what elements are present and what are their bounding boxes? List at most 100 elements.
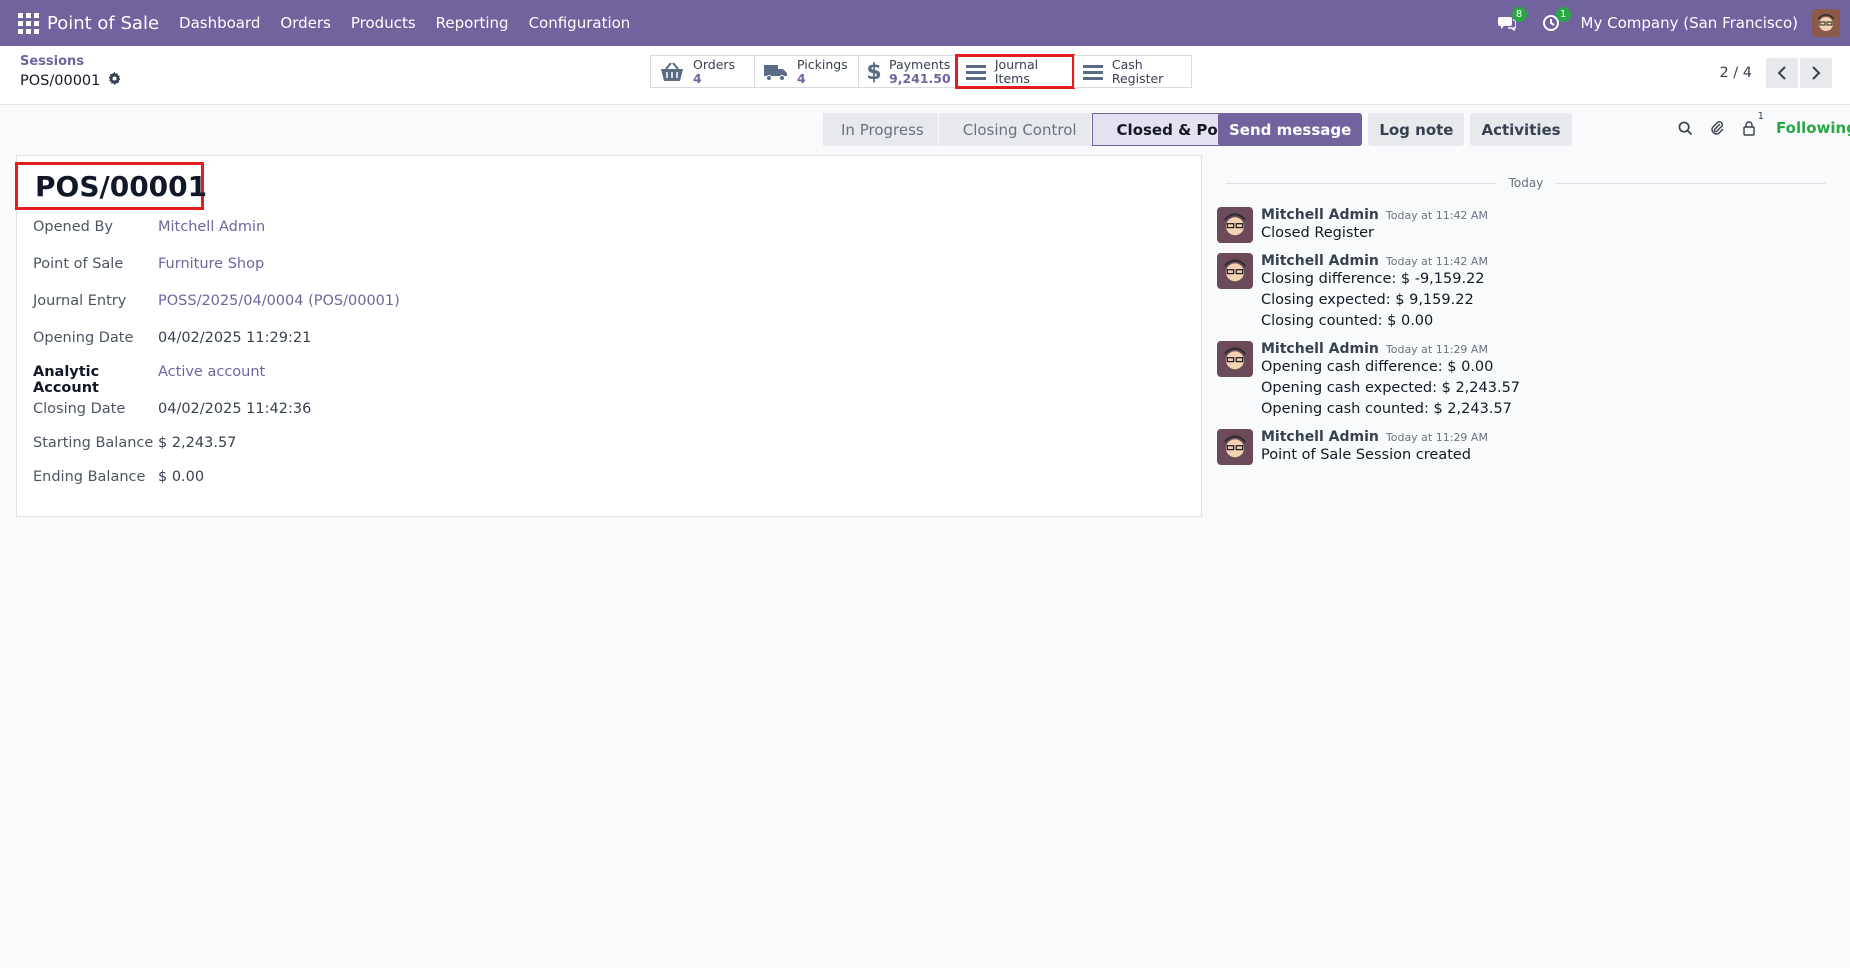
field-opened-by: Opened By Mitchell Admin bbox=[33, 219, 265, 235]
stage-in-progress[interactable]: In Progress bbox=[823, 113, 938, 146]
followers-count: 1 bbox=[1757, 111, 1764, 122]
session-statusbar: In Progress Closing Control Closed & Pos… bbox=[823, 113, 1271, 146]
menu-reporting[interactable]: Reporting bbox=[426, 14, 519, 32]
pager-value[interactable]: 2 / 4 bbox=[1719, 65, 1752, 81]
log-note-button[interactable]: Log note bbox=[1368, 113, 1465, 146]
chatter-message: Mitchell Admin Today at 11:29 AM Point of… bbox=[1217, 429, 1488, 466]
field-opening-date: Opening Date 04/02/2025 11:29:21 bbox=[33, 330, 311, 346]
message-date: Today at 11:29 AM bbox=[1385, 431, 1488, 444]
chatter-message: Mitchell Admin Today at 11:42 AM Closing … bbox=[1217, 253, 1488, 332]
apps-menu-icon[interactable] bbox=[15, 10, 41, 36]
field-label: Opened By bbox=[33, 219, 113, 235]
point-of-sale-link[interactable]: Furniture Shop bbox=[158, 256, 264, 272]
field-closing-date: Closing Date 04/02/2025 11:42:36 bbox=[33, 401, 311, 417]
orders-smart-button[interactable]: Orders 4 bbox=[650, 55, 754, 88]
field-label: Opening Date bbox=[33, 330, 134, 346]
pickings-label: Pickings bbox=[797, 56, 848, 72]
message-author[interactable]: Mitchell Admin bbox=[1261, 207, 1379, 223]
following-button[interactable]: Following bbox=[1776, 119, 1850, 137]
messages-badge: 8 bbox=[1511, 7, 1527, 22]
menu-dashboard[interactable]: Dashboard bbox=[169, 14, 270, 32]
search-icon[interactable] bbox=[1676, 119, 1694, 137]
payments-smart-button[interactable]: $ Payments 9,241.50 bbox=[858, 55, 956, 88]
field-point-of-sale: Point of Sale Furniture Shop bbox=[33, 256, 264, 272]
activities-button[interactable]: Activities bbox=[1470, 113, 1572, 146]
avatar[interactable] bbox=[1217, 253, 1253, 289]
message-line: Closing difference: $ -9,159.22 bbox=[1261, 271, 1485, 287]
breadcrumb: Sessions POS/00001 bbox=[20, 54, 121, 89]
breadcrumb-current: POS/00001 bbox=[20, 72, 101, 89]
field-journal-entry: Journal Entry POSS/2025/04/0004 (POS/000… bbox=[33, 293, 400, 309]
date-separator-label: Today bbox=[1508, 176, 1544, 190]
avatar[interactable] bbox=[1217, 429, 1253, 465]
field-label: Point of Sale bbox=[33, 256, 124, 272]
message-line: Opening cash difference: $ 0.00 bbox=[1261, 359, 1494, 375]
user-avatar[interactable] bbox=[1812, 9, 1840, 37]
journal-items-smart-button[interactable]: Journal Items bbox=[955, 54, 1075, 89]
opened-by-link[interactable]: Mitchell Admin bbox=[158, 219, 265, 235]
date-separator: Today bbox=[1226, 176, 1826, 190]
message-line: Point of Sale Session created bbox=[1261, 447, 1472, 463]
top-navbar: Point of Sale Dashboard Orders Products … bbox=[0, 0, 1850, 46]
menu-configuration[interactable]: Configuration bbox=[519, 14, 641, 32]
cash-register-label: Cash Register bbox=[1111, 56, 1164, 86]
truck-icon bbox=[763, 63, 789, 81]
message-author[interactable]: Mitchell Admin bbox=[1261, 429, 1379, 445]
message-line: Closing expected: $ 9,159.22 bbox=[1261, 292, 1474, 308]
field-label: Ending Balance bbox=[33, 469, 146, 485]
ending-balance-value: $ 0.00 bbox=[158, 469, 205, 485]
orders-count: 4 bbox=[693, 70, 702, 86]
breadcrumb-sessions-link[interactable]: Sessions bbox=[20, 54, 121, 69]
journal-entry-link[interactable]: POSS/2025/04/0004 (POS/00001) bbox=[158, 293, 400, 309]
field-label: Closing Date bbox=[33, 401, 126, 417]
pickings-smart-button[interactable]: Pickings 4 bbox=[754, 55, 858, 88]
field-label: Analytic Account bbox=[33, 364, 100, 396]
journal-items-label: Journal Items bbox=[994, 56, 1039, 86]
chatter-topbar: Send message Log note Activities bbox=[1218, 113, 1572, 146]
activities-clock-icon[interactable]: 1 bbox=[1537, 7, 1571, 37]
dollar-icon: $ bbox=[867, 61, 881, 83]
chatter-message: Mitchell Admin Today at 11:29 AM Opening … bbox=[1217, 341, 1520, 420]
session-title: POS/00001 bbox=[15, 162, 207, 210]
message-line: Opening cash expected: $ 2,243.57 bbox=[1261, 380, 1521, 396]
menu-products[interactable]: Products bbox=[341, 14, 426, 32]
list-icon bbox=[1083, 64, 1104, 80]
cash-register-smart-button[interactable]: Cash Register bbox=[1074, 55, 1192, 88]
pager-previous-button[interactable] bbox=[1766, 58, 1798, 88]
chevron-left-icon bbox=[1777, 66, 1786, 80]
followers-icon[interactable]: 1 bbox=[1740, 111, 1764, 137]
message-line: Closing counted: $ 0.00 bbox=[1261, 313, 1434, 329]
company-switcher[interactable]: My Company (San Francisco) bbox=[1581, 14, 1798, 32]
field-label: Starting Balance bbox=[33, 435, 154, 451]
opening-date-value: 04/02/2025 11:29:21 bbox=[158, 330, 312, 346]
chevron-right-icon bbox=[1812, 66, 1821, 80]
activities-badge: 1 bbox=[1555, 7, 1571, 22]
message-line: Opening cash counted: $ 2,243.57 bbox=[1261, 401, 1512, 417]
send-message-button[interactable]: Send message bbox=[1218, 113, 1363, 146]
pager-next-button[interactable] bbox=[1800, 58, 1832, 88]
field-analytic-account: Analytic Account Active account bbox=[33, 364, 265, 396]
stage-closing-control[interactable]: Closing Control bbox=[938, 113, 1091, 146]
field-ending-balance: Ending Balance $ 0.00 bbox=[33, 469, 204, 485]
gear-icon[interactable] bbox=[108, 72, 121, 89]
messages-icon[interactable]: 8 bbox=[1493, 7, 1527, 37]
control-panel: Sessions POS/00001 Orders 4 Pickings 4 $ P… bbox=[0, 46, 1850, 105]
menu-orders[interactable]: Orders bbox=[270, 14, 340, 32]
pager: 2 / 4 bbox=[1719, 58, 1832, 88]
message-date: Today at 11:42 AM bbox=[1385, 209, 1488, 222]
message-author[interactable]: Mitchell Admin bbox=[1261, 253, 1379, 269]
pickings-count: 4 bbox=[797, 70, 806, 86]
payments-amount: 9,241.50 bbox=[889, 70, 951, 86]
svg-text:$: $ bbox=[867, 61, 881, 83]
analytic-account-link[interactable]: Active account bbox=[158, 364, 265, 396]
orders-label: Orders bbox=[693, 56, 736, 72]
message-date: Today at 11:42 AM bbox=[1385, 255, 1488, 268]
app-brand[interactable]: Point of Sale bbox=[47, 13, 159, 34]
message-date: Today at 11:29 AM bbox=[1385, 343, 1488, 356]
message-author[interactable]: Mitchell Admin bbox=[1261, 341, 1379, 357]
avatar[interactable] bbox=[1217, 341, 1253, 377]
paperclip-icon[interactable] bbox=[1708, 119, 1726, 137]
avatar[interactable] bbox=[1217, 207, 1253, 243]
smart-buttons: Orders 4 Pickings 4 $ Payments 9,241.50 Jou… bbox=[650, 54, 1192, 89]
list-icon bbox=[965, 64, 987, 80]
